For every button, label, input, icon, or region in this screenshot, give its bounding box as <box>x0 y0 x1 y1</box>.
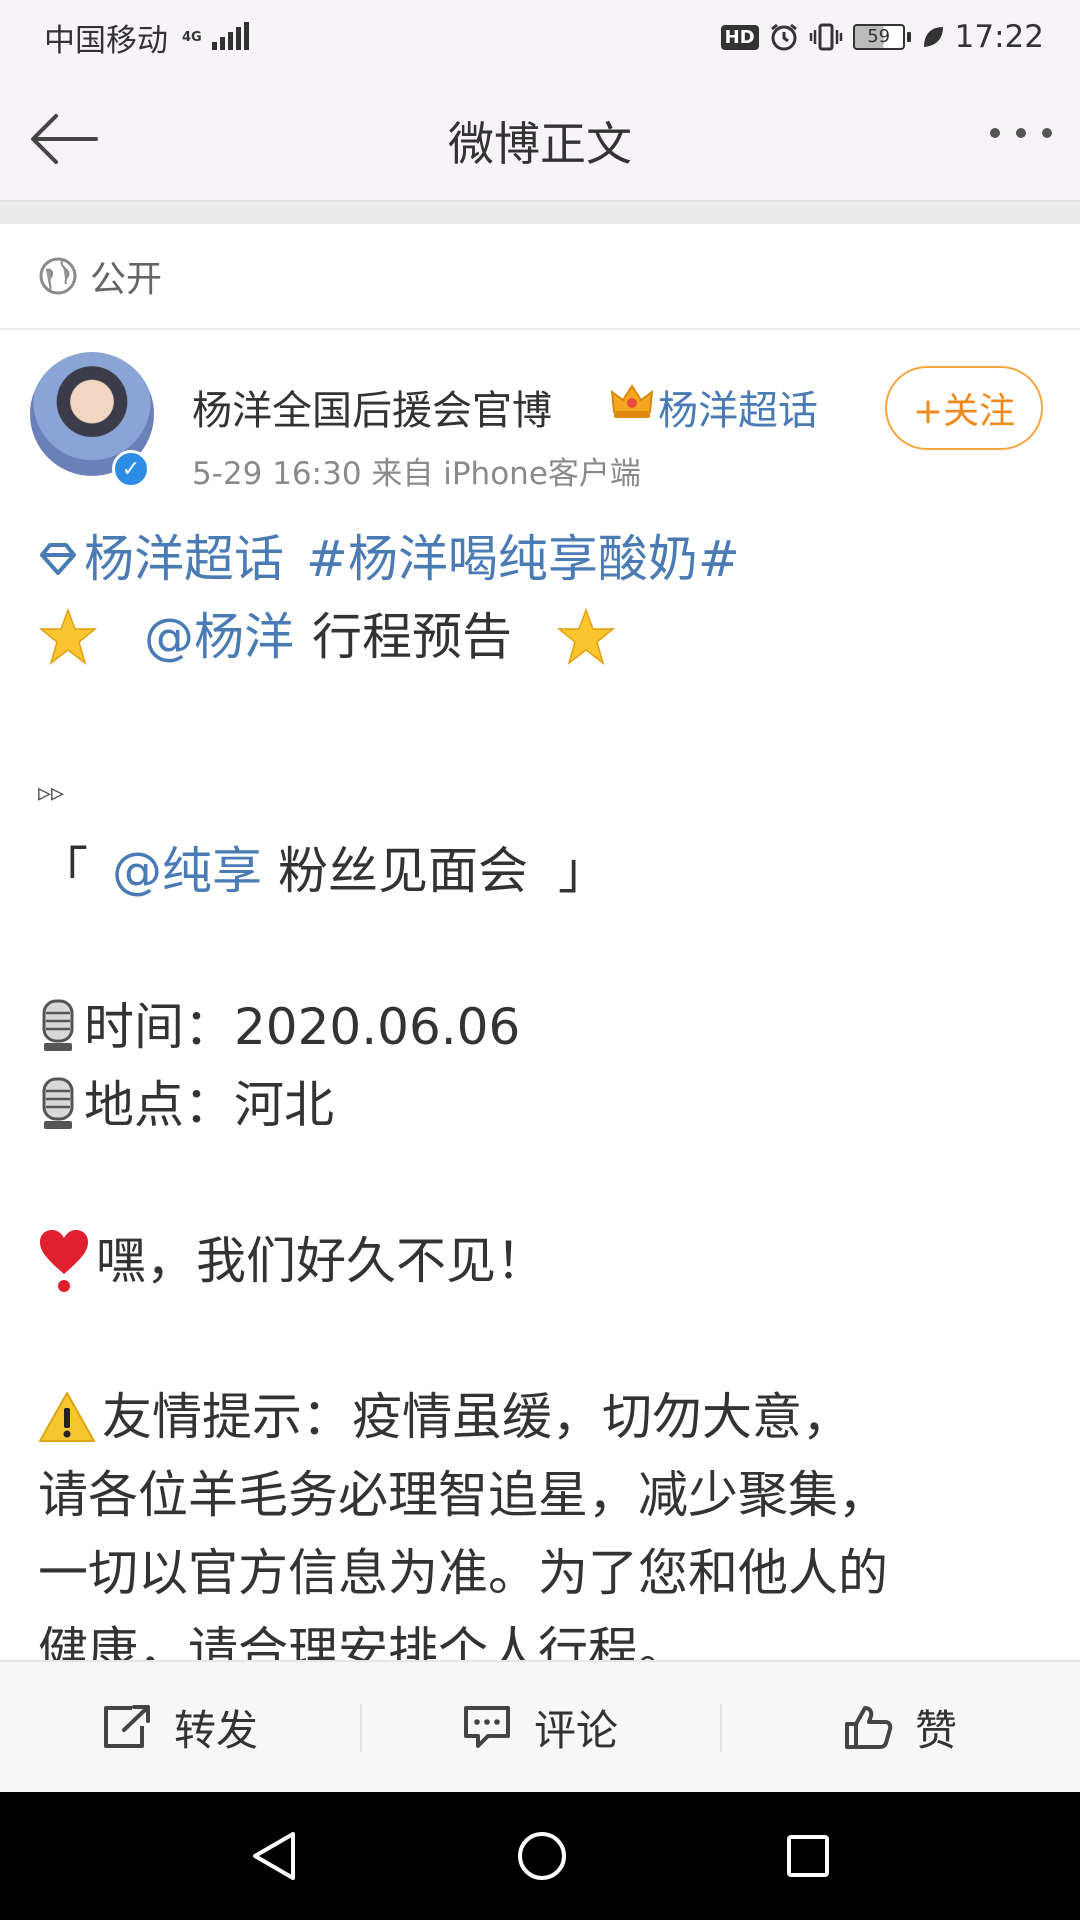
post-action-bar: 转发 评论 赞 <box>0 1660 1080 1792</box>
bracket-close: 」 <box>558 842 608 900</box>
status-right: HD 59 17:22 <box>720 19 1044 55</box>
clock: 17:22 <box>954 19 1044 55</box>
event-name: 粉丝见面会 <box>278 842 528 900</box>
visibility-label: 公开 <box>90 259 163 300</box>
comment-icon <box>463 1706 510 1748</box>
recent-apps-square-icon[interactable] <box>785 1833 831 1879</box>
post-line-greeting: 嘿，我们好久不见！ <box>38 1222 1048 1300</box>
carrier-name: 中国移动 <box>44 22 168 59</box>
microphone-icon <box>42 1077 74 1129</box>
top-nav-bar: 微博正文 <box>0 74 1080 202</box>
globe-icon <box>39 257 77 295</box>
alarm-icon <box>770 23 797 51</box>
repost-button[interactable]: 转发 <box>0 1662 360 1792</box>
system-navigation-bar <box>0 1792 1080 1920</box>
heart-exclamation-icon <box>40 1230 88 1292</box>
home-circle-icon[interactable] <box>516 1830 568 1882</box>
like-button[interactable]: 赞 <box>720 1662 1080 1792</box>
post-line-tip-2: 请各位羊毛务必理智追星，减少聚集， <box>38 1456 1048 1534</box>
warning-icon <box>39 1392 95 1442</box>
supertopic-tag-link[interactable]: 杨洋超话 <box>84 520 284 598</box>
section-divider <box>0 202 1080 224</box>
post-line-time: 时间： 2020.06.06 <box>38 988 1048 1066</box>
network-type: 4G <box>182 29 202 45</box>
author-header: ✓ 杨洋全国后援会官博 杨洋超话 5-29 16:30 来自 iPhone客户端… <box>0 330 1080 500</box>
back-triangle-icon[interactable] <box>249 1830 299 1882</box>
tip-text-1: 友情提示：疫情虽缓，切勿大意， <box>102 1388 852 1446</box>
schedule-title: 行程预告 <box>312 608 512 666</box>
mention-brand-link[interactable]: @纯享 <box>112 832 262 910</box>
battery-icon: 59 <box>852 24 911 50</box>
repost-label: 转发 <box>173 1705 258 1755</box>
post-line-schedule: @杨洋 行程预告 <box>38 598 1048 676</box>
verified-badge-icon: ✓ <box>112 450 150 488</box>
post-body: 杨洋超话 #杨洋喝纯享酸奶# @杨洋 行程预告 ▹▹ 「 @纯享 粉丝见面会 」… <box>38 520 1048 1690</box>
status-left: 中国移动 4G <box>44 15 249 60</box>
arrows-symbol: ▹▹ <box>38 778 65 808</box>
crown-icon <box>610 384 654 418</box>
more-options-icon[interactable] <box>990 128 1052 138</box>
signal-icon <box>211 22 249 50</box>
thumbs-up-icon <box>844 1706 893 1749</box>
mention-yang-link[interactable]: @杨洋 <box>144 598 294 676</box>
status-bar: 中国移动 4G HD 59 17:22 <box>0 0 1080 74</box>
comment-button[interactable]: 评论 <box>360 1662 720 1792</box>
tip-text-2: 请各位羊毛务必理智追星，减少聚集， <box>38 1466 888 1524</box>
post-meta: 5-29 16:30 来自 iPhone客户端 <box>192 456 641 492</box>
page-title: 微博正文 <box>448 117 632 171</box>
post-line-tip-1: 友情提示：疫情虽缓，切勿大意， <box>38 1378 1048 1456</box>
supertopic-link[interactable]: 杨洋超话 <box>658 378 818 436</box>
place-label: 地点： <box>84 1076 234 1134</box>
visibility-row: 公开 <box>0 224 1080 330</box>
post-line-place: 地点： 河北 <box>38 1066 1048 1144</box>
time-label: 时间： <box>84 998 234 1056</box>
microphone-icon <box>42 999 74 1051</box>
place-value: 河北 <box>234 1076 334 1134</box>
post-line-tags: 杨洋超话 #杨洋喝纯享酸奶# <box>38 520 1048 598</box>
tip-text-3: 一切以官方信息为准。为了您和他人的 <box>38 1544 888 1602</box>
post-line-event: 「 @纯享 粉丝见面会 」 <box>38 832 1048 910</box>
author-name[interactable]: 杨洋全国后援会官博 <box>192 378 552 436</box>
diamond-icon <box>40 543 76 575</box>
hashtag-link[interactable]: #杨洋喝纯享酸奶# <box>306 520 740 598</box>
greeting-text: 嘿，我们好久不见！ <box>96 1232 546 1290</box>
bracket-open: 「 <box>38 842 88 900</box>
star-icon <box>556 607 616 665</box>
vibrate-icon <box>809 23 842 51</box>
comment-label: 评论 <box>533 1705 618 1755</box>
hd-icon: HD <box>720 24 759 50</box>
power-saving-leaf-icon <box>923 27 943 47</box>
battery-level: 59 <box>852 24 905 50</box>
follow-button[interactable]: +关注 <box>885 366 1043 450</box>
post-line-arrows: ▹▹ <box>38 754 1048 832</box>
post-line-tip-3: 一切以官方信息为准。为了您和他人的 <box>38 1534 1048 1612</box>
like-label: 赞 <box>914 1705 957 1755</box>
star-icon <box>38 607 98 665</box>
time-value: 2020.06.06 <box>234 998 521 1056</box>
repost-icon <box>103 1705 150 1748</box>
